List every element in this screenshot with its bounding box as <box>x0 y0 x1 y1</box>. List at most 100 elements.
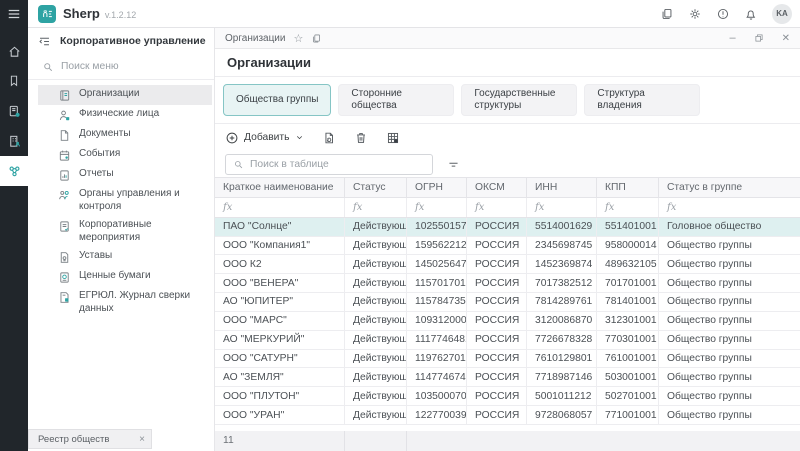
cell-ogrn: 14502564789... <box>407 255 467 273</box>
calendar-icon <box>58 149 71 162</box>
table-row[interactable]: ООО "МАРС" Действующее 10931200011... РО… <box>215 312 800 331</box>
cell-status: Действующее <box>345 406 407 424</box>
filter-icon[interactable] <box>447 158 460 171</box>
cell-group-status: Общество группы <box>659 406 800 424</box>
table-row[interactable]: ООО "ПЛУТОН" Действующее 10350007089... … <box>215 387 800 406</box>
cell-ogrn: 11976270103... <box>407 350 467 368</box>
cell-inn: 7814289761 <box>527 293 597 311</box>
table-row[interactable]: АО "ЗЕМЛЯ" Действующее 11477467465... РО… <box>215 368 800 387</box>
table-header-row: Краткое наименование Статус ОГРН ОКСМ ИН… <box>215 177 800 198</box>
filter-cell[interactable]: fx <box>597 198 659 217</box>
cell-inn: 7726678328 <box>527 331 597 349</box>
cell-name: АО "МЕРКУРИЙ" <box>215 331 345 349</box>
filter-cell[interactable]: fx <box>345 198 407 217</box>
close-window-icon[interactable]: ✕ <box>782 33 790 44</box>
organizations-table: Краткое наименование Статус ОГРН ОКСМ ИН… <box>215 177 800 451</box>
table-row[interactable]: ООО "УРАН" Действующее 12277003975... РО… <box>215 406 800 425</box>
column-settings-icon[interactable] <box>386 131 400 145</box>
sidebar-item-egrul-journal[interactable]: ЕГРЮЛ. Журнал сверки данных <box>38 287 212 318</box>
column-header[interactable]: КПП <box>597 178 659 197</box>
sidebar-item-charters[interactable]: Уставы <box>38 247 212 267</box>
hamburger-menu-icon[interactable] <box>0 0 28 28</box>
duplicate-tab-icon[interactable] <box>311 33 322 44</box>
table-search <box>225 154 433 175</box>
sidebar-item-securities[interactable]: Ценные бумаги <box>38 267 212 287</box>
sidebar-item-events[interactable]: События <box>38 145 212 165</box>
column-header[interactable]: Статус в группе <box>659 178 800 197</box>
company-module-icon[interactable] <box>0 126 28 156</box>
menu-search <box>28 54 214 80</box>
cell-status: Действующее <box>345 350 407 368</box>
window-tab-strip: Организации ☆ – ✕ <box>215 28 800 49</box>
add-button-label: Добавить <box>244 132 290 143</box>
sidebar-item-label: Организации <box>79 88 139 101</box>
favorite-star-icon[interactable]: ☆ <box>293 32 303 45</box>
sidebar-title: Корпоративное управление <box>60 35 206 47</box>
sidebar-collapse-icon[interactable] <box>38 35 51 48</box>
cell-group-status: Общество группы <box>659 255 800 273</box>
cell-inn: 7017382512 <box>527 274 597 292</box>
menu-search-input[interactable] <box>61 61 191 72</box>
cell-oksm: РОССИЯ <box>467 293 527 311</box>
cell-name: АО "ЗЕМЛЯ" <box>215 368 345 386</box>
sidebar-item-governance-bodies[interactable]: Органы управления и контроля <box>38 185 212 216</box>
table-row[interactable]: ООО "ВЕНЕРА" Действующее 11570170138... … <box>215 274 800 293</box>
table-row[interactable]: ПАО "Солнце" Действующее 10255015770... … <box>215 218 800 237</box>
cell-group-status: Общество группы <box>659 331 800 349</box>
sidebar-item-reports[interactable]: Отчеты <box>38 165 212 185</box>
filter-cell[interactable]: fx <box>659 198 800 217</box>
corporate-governance-module-icon[interactable] <box>0 156 28 186</box>
restore-icon[interactable] <box>754 33 764 43</box>
sidebar-item-documents[interactable]: Документы <box>38 125 212 145</box>
sidebar-item-individuals[interactable]: Физические лица <box>38 105 212 125</box>
filter-cell[interactable]: fx <box>467 198 527 217</box>
tab-third-party-companies[interactable]: Сторонние общества <box>338 84 454 116</box>
table-row[interactable]: ООО "Компания1" Действующее 15956221234.… <box>215 237 800 256</box>
table-search-input[interactable] <box>250 159 410 170</box>
tab-group-companies[interactable]: Общества группы <box>223 84 331 116</box>
filter-cell[interactable]: fx <box>407 198 467 217</box>
summary-cell <box>345 431 407 451</box>
table-summary-row: 11 <box>215 431 800 451</box>
window-tab-organizations[interactable]: Организации ☆ <box>225 32 322 45</box>
add-button[interactable]: Добавить <box>225 131 304 145</box>
windows-icon[interactable] <box>660 7 674 21</box>
generate-document-icon[interactable] <box>322 131 336 145</box>
column-header[interactable]: ОКСМ <box>467 178 527 197</box>
bookmark-icon[interactable] <box>0 66 28 96</box>
settings-gear-icon[interactable] <box>688 7 702 21</box>
cell-status: Действующее <box>345 312 407 330</box>
info-icon[interactable] <box>716 7 730 21</box>
notifications-bell-icon[interactable] <box>744 7 758 21</box>
cell-kpp: 312301001 <box>597 312 659 330</box>
cell-status: Действующее <box>345 331 407 349</box>
cell-oksm: РОССИЯ <box>467 350 527 368</box>
close-icon[interactable]: × <box>139 434 145 445</box>
sherp-logo <box>38 5 56 23</box>
cell-oksm: РОССИЯ <box>467 237 527 255</box>
table-row[interactable]: ООО К2 Действующее 14502564789... РОССИЯ… <box>215 255 800 274</box>
user-avatar[interactable]: KA <box>772 4 792 24</box>
cell-ogrn: 11477467465... <box>407 368 467 386</box>
column-header[interactable]: ИНН <box>527 178 597 197</box>
table-row[interactable]: АО "МЕРКУРИЙ" Действующее 11177464814...… <box>215 331 800 350</box>
bottom-tab-register[interactable]: Реестр обществ × <box>28 429 152 449</box>
documents-module-icon[interactable] <box>0 96 28 126</box>
cell-kpp: 771001001 <box>597 406 659 424</box>
home-icon[interactable] <box>0 36 28 66</box>
column-header[interactable]: ОГРН <box>407 178 467 197</box>
delete-trash-icon[interactable] <box>354 131 368 145</box>
sidebar-item-corporate-events[interactable]: Корпоративные мероприятия <box>38 216 212 247</box>
minimize-icon[interactable]: – <box>729 32 735 44</box>
filter-cell[interactable]: fx <box>215 198 345 217</box>
table-row[interactable]: АО "ЮПИТЕР" Действующее 11578473507... Р… <box>215 293 800 312</box>
table-row[interactable]: ООО "САТУРН" Действующее 11976270103... … <box>215 350 800 369</box>
cell-name: ПАО "Солнце" <box>215 218 345 236</box>
column-header[interactable]: Статус <box>345 178 407 197</box>
tab-ownership-structure[interactable]: Структура владения <box>584 84 700 116</box>
sidebar-item-organizations[interactable]: Организации <box>38 85 212 105</box>
tab-government-structures[interactable]: Государственные структуры <box>461 84 577 116</box>
column-header[interactable]: Краткое наименование <box>215 178 345 197</box>
cell-status: Действующее <box>345 387 407 405</box>
filter-cell[interactable]: fx <box>527 198 597 217</box>
